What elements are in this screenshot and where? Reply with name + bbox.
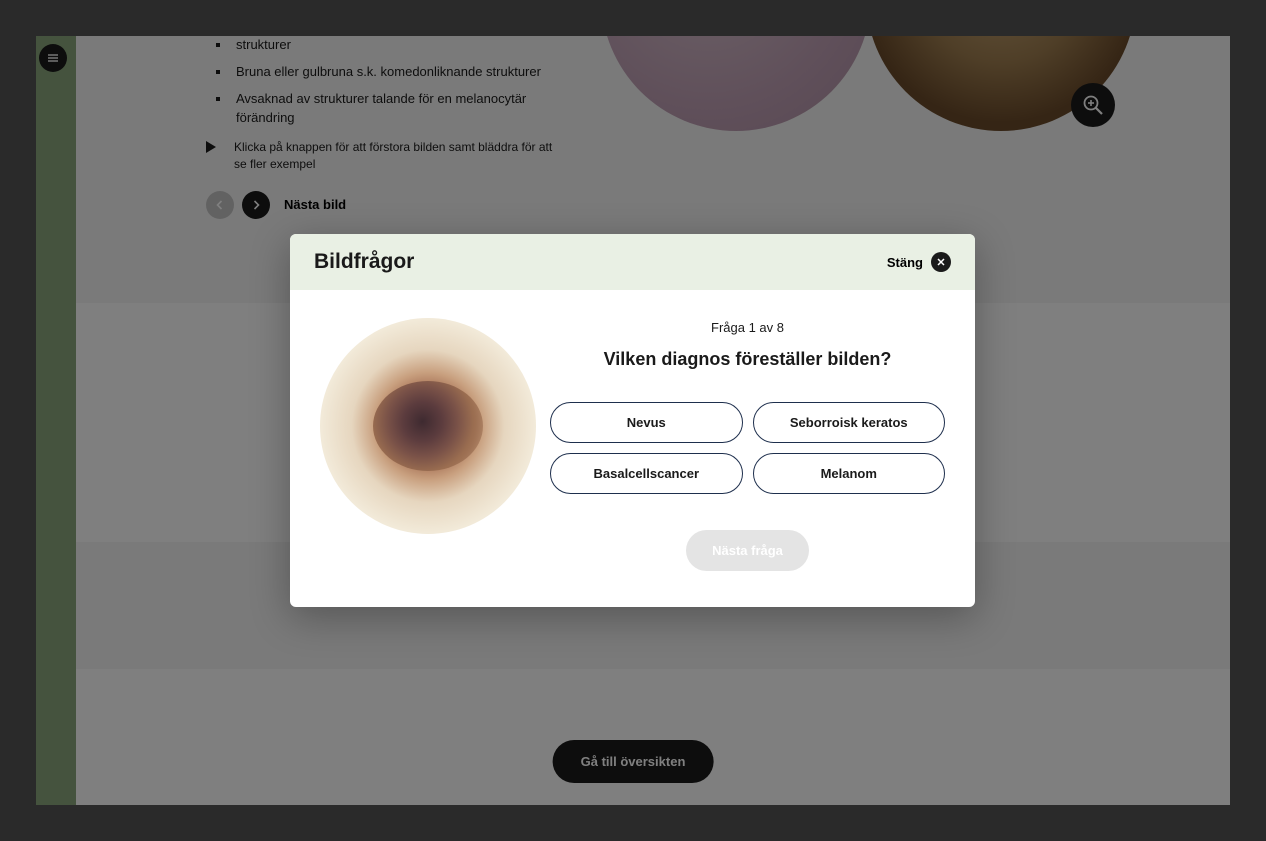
option-button[interactable]: Seborroisk keratos (753, 402, 946, 443)
options-grid: Nevus Seborroisk keratos Basalcellscance… (550, 402, 945, 494)
option-button[interactable]: Basalcellscancer (550, 453, 743, 494)
question-column: Fråga 1 av 8 Vilken diagnos föreställer … (550, 318, 945, 571)
modal-body: Fråga 1 av 8 Vilken diagnos föreställer … (290, 290, 975, 607)
question-counter: Fråga 1 av 8 (550, 320, 945, 335)
next-question-button: Nästa fråga (686, 530, 809, 571)
close-icon (931, 252, 951, 272)
option-button[interactable]: Nevus (550, 402, 743, 443)
modal-header: Bildfrågor Stäng (290, 234, 975, 290)
question-image (320, 318, 536, 534)
option-button[interactable]: Melanom (753, 453, 946, 494)
close-label: Stäng (887, 255, 923, 270)
quiz-modal: Bildfrågor Stäng Fråga 1 av 8 Vilken dia… (290, 234, 975, 607)
close-button[interactable]: Stäng (887, 252, 951, 272)
question-text: Vilken diagnos föreställer bilden? (550, 349, 945, 370)
modal-title: Bildfrågor (314, 250, 414, 274)
